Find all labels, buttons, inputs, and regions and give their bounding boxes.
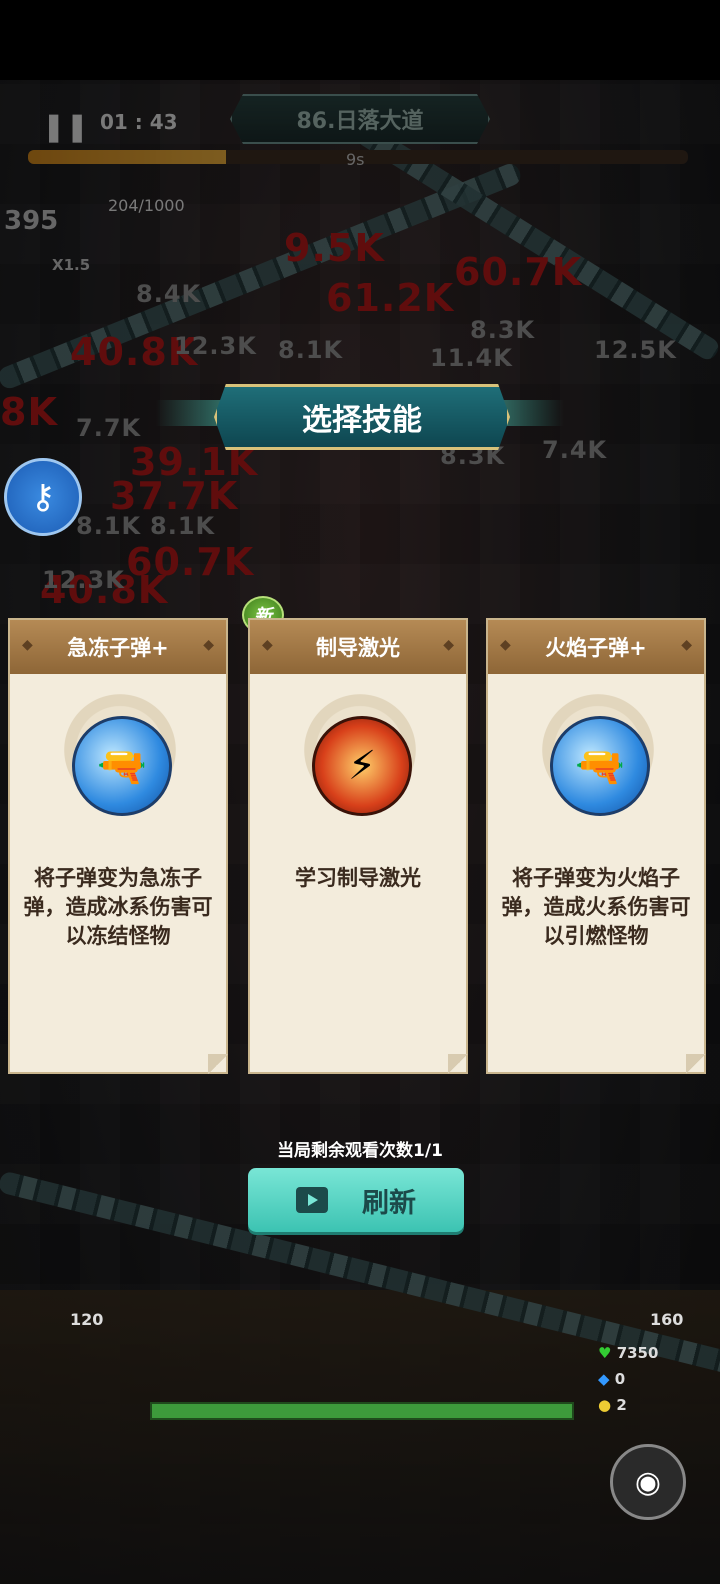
skill-card-freeze-bullet[interactable]: 急冻子弹+ 🔫 将子弹变为急冻子弹，造成冰系伤害可以冻结怪物 bbox=[8, 618, 228, 1074]
shield-icon: ◆ bbox=[598, 1370, 610, 1388]
skill-card-guided-laser[interactable]: 制导激光 ⚡ 学习制导激光 bbox=[248, 618, 468, 1074]
tv-ad-icon bbox=[296, 1187, 328, 1213]
skill-card-description: 学习制导激光 bbox=[295, 866, 421, 890]
skill-card-title: 急冻子弹+ bbox=[10, 620, 226, 674]
page-fold bbox=[448, 1054, 468, 1074]
page-fold bbox=[208, 1054, 228, 1074]
skill-card-description: 将子弹变为火焰子弹，造成火系伤害可以引燃怪物 bbox=[501, 866, 691, 948]
page-fold bbox=[686, 1054, 706, 1074]
eye-icon[interactable]: ◉ bbox=[610, 1444, 686, 1520]
skill-card-fire-bullet[interactable]: 火焰子弹+ 🔫 将子弹变为火焰子弹，造成火系伤害可以引燃怪物 bbox=[486, 618, 706, 1074]
coin-icon: ● bbox=[598, 1396, 612, 1414]
refresh-button[interactable]: 刷新 bbox=[248, 1168, 464, 1232]
coin-value: ● 2 bbox=[598, 1396, 627, 1414]
skill-card-title: 制导激光 bbox=[250, 620, 466, 674]
panel-title: 选择技能 bbox=[214, 384, 510, 450]
skill-card-title: 火焰子弹+ bbox=[488, 620, 704, 674]
rifle-upgrade-icon: 🔫 bbox=[550, 716, 650, 816]
shield-value: ◆ 0 bbox=[598, 1370, 626, 1388]
views-remaining: 当局剩余观看次数1/1 bbox=[277, 1141, 443, 1161]
base-hp-bar bbox=[150, 1402, 574, 1420]
hp-value: ♥ 7350 bbox=[598, 1344, 659, 1362]
game-scene: ❚❚ 01 : 43 86.日落大道 9s 395 204/1000 X1.5 … bbox=[0, 80, 720, 1584]
rifle-upgrade-icon: 🔫 bbox=[72, 716, 172, 816]
skill-select-banner: 选择技能 bbox=[156, 378, 564, 456]
guided-laser-icon: ⚡ bbox=[312, 716, 412, 816]
status-bar bbox=[0, 0, 720, 80]
refresh-label: 刷新 bbox=[362, 1187, 416, 1219]
right-skill-counter: 160 bbox=[650, 1310, 684, 1329]
heart-icon: ♥ bbox=[598, 1344, 612, 1362]
skill-card-description: 将子弹变为急冻子弹，造成冰系伤害可以冻结怪物 bbox=[23, 866, 213, 948]
left-skill-counter: 120 bbox=[70, 1310, 104, 1329]
key-icon[interactable]: ⚷ bbox=[4, 458, 82, 536]
